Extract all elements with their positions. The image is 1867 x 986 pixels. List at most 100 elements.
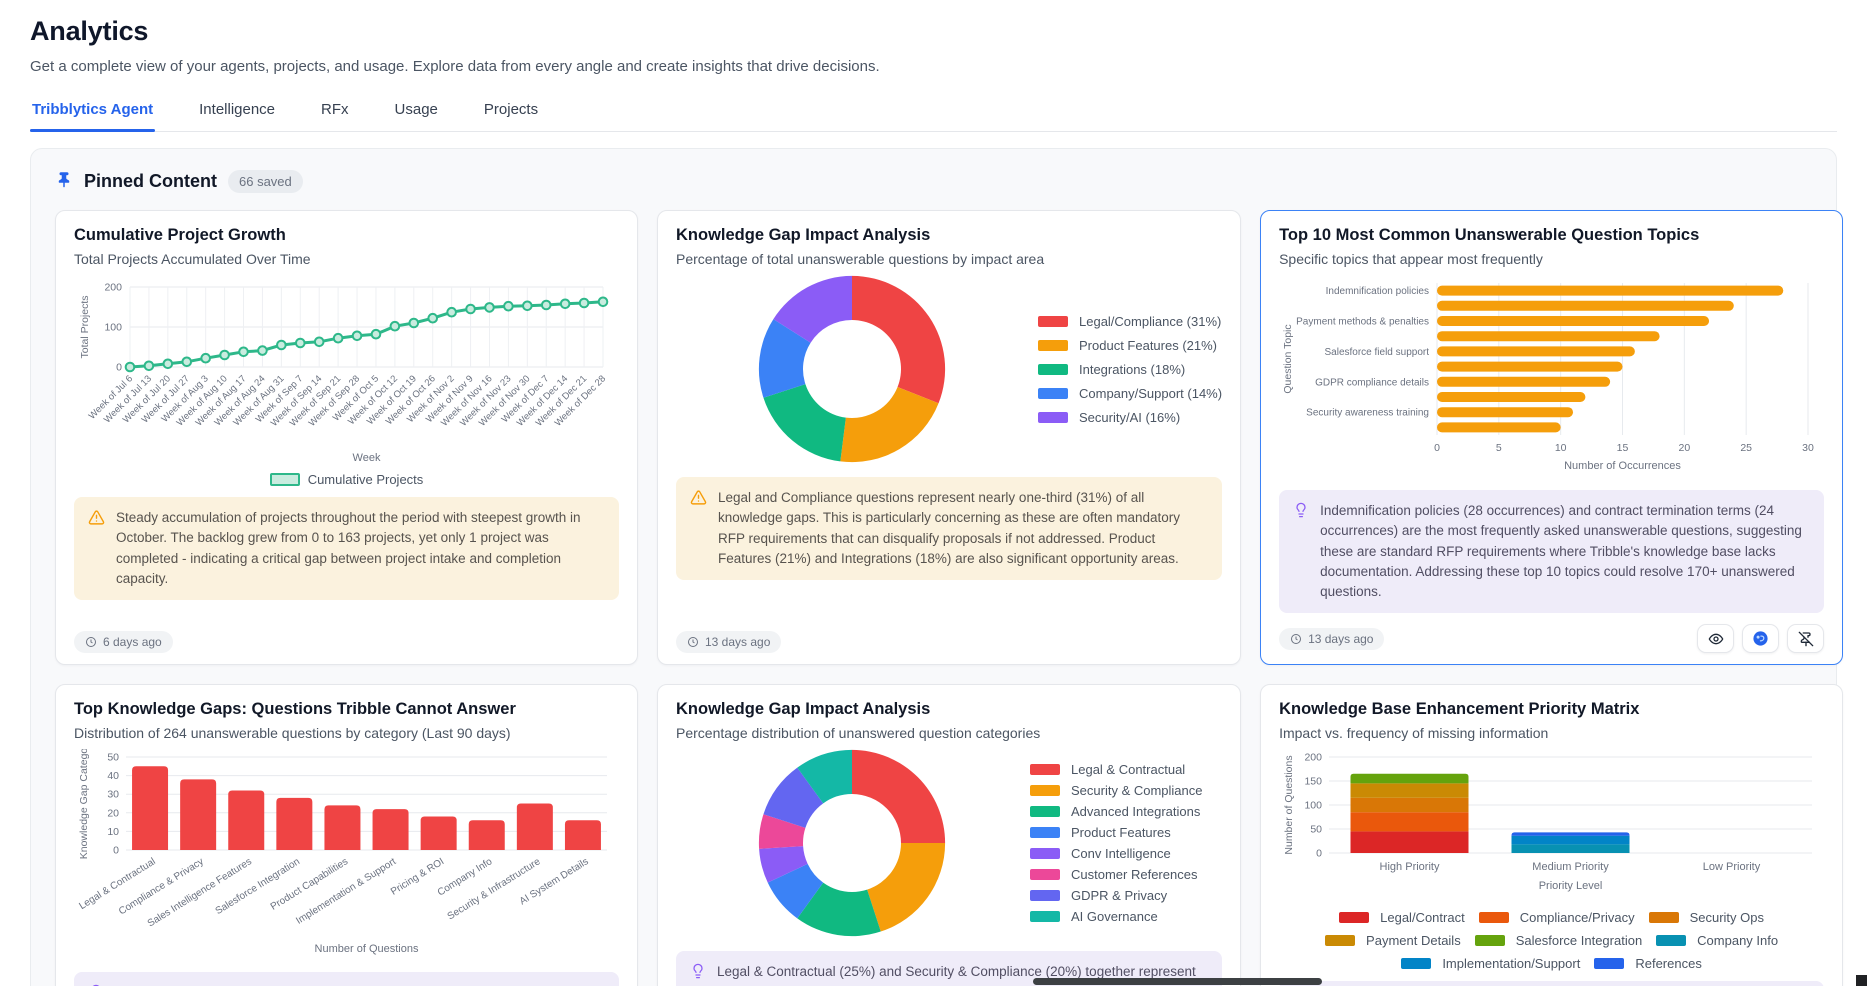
card-actions [1697,624,1824,653]
legend-swatch [1038,412,1068,423]
legend-swatch [1030,806,1060,817]
legend-item: AI Governance [1030,909,1203,924]
warning-icon [690,489,707,569]
unpin-button[interactable] [1787,624,1824,653]
tab-intelligence[interactable]: Intelligence [197,93,277,131]
card-title: Cumulative Project Growth [74,226,619,245]
card-top-10-unanswerable-topics[interactable]: Top 10 Most Common Unanswerable Question… [1260,210,1843,665]
svg-text:50: 50 [107,752,119,764]
legend-label: Product Features [1071,825,1171,840]
legend-swatch [1038,316,1068,327]
bar-chart: 01020304050Legal & ContractualCompliance… [74,749,619,962]
legend-swatch [1030,785,1060,796]
legend-swatch [1038,340,1068,351]
pinned-content-header: Pinned Content 66 saved [55,169,1812,193]
svg-text:30: 30 [107,789,119,801]
stacked-bar-chart-svg: 050100150200High PriorityMedium Priority… [1279,749,1824,897]
card-subtitle: Percentage of total unanswerable questio… [676,251,1222,267]
bar-chart-svg: 01020304050Legal & ContractualCompliance… [74,749,619,957]
donut-chart: Legal/Compliance (31%) Product Features (… [676,271,1222,467]
card-cumulative-project-growth[interactable]: Cumulative Project Growth Total Projects… [55,210,638,665]
card-title: Top Knowledge Gaps: Questions Tribble Ca… [74,700,619,719]
svg-text:Number of Questions: Number of Questions [315,943,419,955]
svg-text:200: 200 [1305,752,1323,764]
horizontal-scrollbar-thumb[interactable] [1033,978,1322,985]
svg-text:Compliance & Privacy: Compliance & Privacy [117,856,206,917]
donut-chart: Legal & ContractualSecurity & Compliance… [676,745,1222,941]
saved-count-badge: 66 saved [228,170,303,193]
legend-swatch [1030,911,1060,922]
card-knowledge-gap-impact-2[interactable]: Knowledge Gap Impact Analysis Percentage… [657,684,1241,986]
tab-rfx[interactable]: RFx [319,93,351,131]
legend-label: Integrations (18%) [1079,362,1185,377]
legend-item: Product Features [1030,825,1203,840]
horizontal-bar-chart-svg: 051015202530Indemnification policiesPaym… [1279,275,1824,475]
legend-item: Security/AI (16%) [1038,410,1222,425]
card-top-knowledge-gaps[interactable]: Top Knowledge Gaps: Questions Tribble Ca… [55,684,638,986]
legend-swatch [1339,912,1369,923]
timestamp-badge: 13 days ago [676,631,781,653]
warning-icon [88,509,105,589]
legend-item: Product Features (21%) [1038,338,1222,353]
tab-projects[interactable]: Projects [482,93,540,131]
card-title: Knowledge Base Enhancement Priority Matr… [1279,700,1824,719]
svg-text:150: 150 [1305,776,1323,788]
chart-legend: Legal & ContractualSecurity & Compliance… [1030,762,1203,924]
svg-text:10: 10 [1555,442,1567,454]
card-title: Top 10 Most Common Unanswerable Question… [1279,226,1824,245]
vertical-scrollbar-thumb[interactable] [1856,975,1867,986]
svg-text:100: 100 [1305,800,1323,812]
note-text: Legal and Compliance questions represent… [718,488,1208,569]
legend-item: Legal & Contractual [1030,762,1203,777]
legend-item: Legal/Contract [1339,910,1465,925]
legend-item: Integrations (18%) [1038,362,1222,377]
svg-text:20: 20 [1679,442,1691,454]
clock-icon [85,636,97,648]
pinned-cards-grid: Cumulative Project Growth Total Projects… [55,210,1812,986]
legend-item: Company Info [1656,933,1778,948]
legend-item: Payment Details [1325,933,1461,948]
svg-text:15: 15 [1617,442,1629,454]
line-chart: 0100200Week of Jul 6Week of Jul 13Week o… [74,275,619,487]
unpin-icon [1798,631,1814,647]
legend-item: GDPR & Privacy [1030,888,1203,903]
tab-usage[interactable]: Usage [393,93,440,131]
tab-tribblytics-agent[interactable]: Tribblytics Agent [30,93,155,131]
legend-item: Customer References [1030,867,1203,882]
legend-swatch [1479,912,1509,923]
insight-note: Legal & Contractual terms represent the … [74,972,619,986]
svg-text:GDPR compliance details: GDPR compliance details [1315,377,1429,388]
svg-text:Knowledge Gap Catego: Knowledge Gap Catego [78,749,90,859]
legend-item: Salesforce Integration [1475,933,1642,948]
donut-chart-svg [754,745,950,941]
svg-text:Security & Infrastructure: Security & Infrastructure [446,856,543,922]
card-knowledge-gap-impact-1[interactable]: Knowledge Gap Impact Analysis Percentage… [657,210,1241,665]
legend-item: Company/Support (14%) [1038,386,1222,401]
clock-icon [687,636,699,648]
legend-label: Legal & Contractual [1071,762,1185,777]
card-priority-matrix[interactable]: Knowledge Base Enhancement Priority Matr… [1260,684,1843,986]
svg-text:40: 40 [107,770,119,782]
legend-label: Customer References [1071,867,1197,882]
legend-swatch [1594,958,1624,969]
svg-text:0: 0 [1316,848,1322,860]
chart-legend: Cumulative Projects [74,472,619,487]
note-text: Steady accumulation of projects througho… [116,508,605,589]
legend-swatch [1030,827,1060,838]
tribble-logo-icon [1752,630,1769,647]
page-subtitle: Get a complete view of your agents, proj… [30,58,1837,75]
legend-swatch [1038,388,1068,399]
insight-note: Indemnification policies (28 occurrences… [1279,490,1824,613]
svg-text:Week: Week [353,452,381,464]
legend-label: AI Governance [1071,909,1158,924]
legend-label: Company Info [1697,933,1778,948]
legend-item: Security Ops [1649,910,1764,925]
tribble-agent-button[interactable] [1742,624,1779,653]
view-button[interactable] [1697,624,1734,653]
warning-note: Steady accumulation of projects througho… [74,497,619,600]
card-subtitle: Percentage distribution of unanswered qu… [676,725,1222,741]
legend-item: Legal/Compliance (31%) [1038,314,1222,329]
legend-swatch [1475,935,1505,946]
legend-item: Advanced Integrations [1030,804,1203,819]
svg-text:0: 0 [116,362,122,374]
